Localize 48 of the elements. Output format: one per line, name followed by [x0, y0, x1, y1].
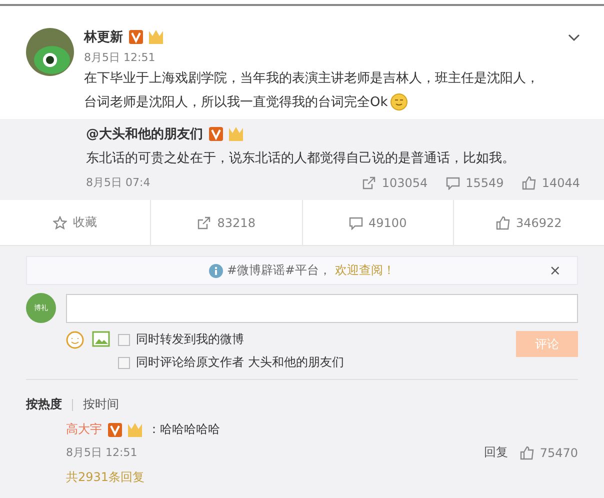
comment-input[interactable]: [66, 294, 578, 322]
close-button[interactable]: ×: [543, 262, 567, 280]
author-name[interactable]: 林更新: [84, 28, 123, 46]
star-icon: [53, 216, 68, 230]
repost-time: 8月5日 07:4: [86, 175, 150, 190]
checkbox-option[interactable]: 同时评论给原文作者 大头和他的朋友们: [118, 354, 508, 371]
verified-badge: [108, 422, 122, 436]
thumbs-up-icon: [520, 446, 534, 460]
like-action[interactable]: 346922: [454, 200, 604, 245]
comment-count[interactable]: 15549: [446, 176, 504, 190]
post-time: 8月5日 12:51: [84, 50, 156, 65]
repost-count[interactable]: 103054: [362, 176, 428, 190]
info-icon: [208, 264, 223, 278]
notice-link[interactable]: 欢迎查阅！: [335, 262, 396, 279]
comment-time: 8月5日 12:51: [66, 445, 138, 460]
share-icon: [362, 176, 376, 190]
favorite-action[interactable]: 收藏: [0, 200, 152, 245]
like-count[interactable]: 14044: [522, 176, 580, 190]
thumbs-up-icon: [496, 216, 510, 230]
repost-action[interactable]: 83218: [151, 200, 302, 245]
post-text: 台词老师是沈阳人，所以我一直觉得我的台词完全Ok: [84, 93, 558, 113]
comment-action[interactable]: 49100: [302, 200, 454, 245]
commenter-name[interactable]: 高大宇: [66, 421, 102, 438]
sort-tab[interactable]: 按热度: [26, 396, 62, 413]
crown-icon: [128, 422, 142, 436]
avatar: [26, 28, 74, 76]
post-text: 在下毕业于上海戏剧学院，当年我的表演主讲老师是吉林人，班主任是沈阳人，: [84, 70, 540, 88]
repost-text: 东北话的可贵之处在于，说东北话的人都觉得自己说的是普通话，比如我。: [86, 150, 516, 168]
smiley-icon[interactable]: [66, 331, 84, 349]
crown-icon: [149, 30, 163, 44]
share-icon: [197, 216, 212, 230]
sort-tab[interactable]: 按时间: [83, 396, 119, 413]
thumbs-up-icon: [522, 176, 536, 190]
comment-icon: [348, 216, 363, 230]
verified-badge: [129, 30, 143, 44]
checkbox-option[interactable]: 同时转发到我的微博: [118, 331, 508, 348]
chevron-down-icon[interactable]: [568, 34, 580, 42]
notice-text: #微博辟谣#平台，: [226, 262, 332, 279]
reply-link[interactable]: 回复: [484, 444, 508, 461]
image-icon[interactable]: [92, 331, 110, 347]
comment-text: ：哈哈哈哈哈: [148, 421, 220, 438]
verified-badge: [209, 127, 223, 141]
comment-likes[interactable]: 75470: [520, 446, 578, 460]
smiley-icon: [390, 93, 408, 112]
comment-icon: [446, 176, 460, 190]
crown-icon: [229, 127, 243, 141]
repost-author[interactable]: @大头和他的朋友们: [86, 125, 203, 143]
replies-link[interactable]: 共2931条回复: [26, 469, 578, 486]
